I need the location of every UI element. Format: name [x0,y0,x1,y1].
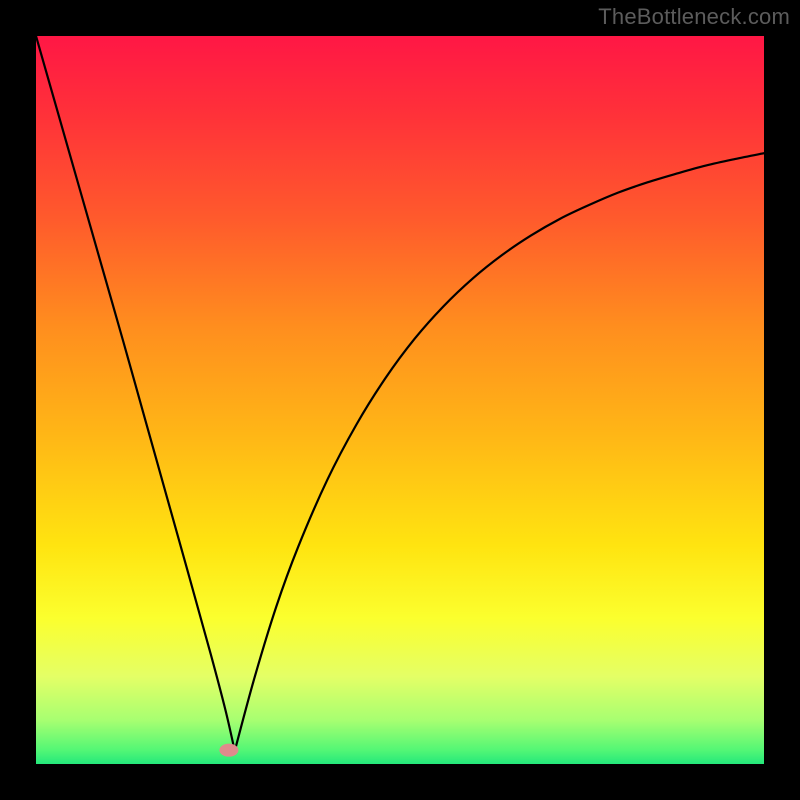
minimum-marker [220,744,238,756]
attribution-label: TheBottleneck.com [598,4,790,30]
plot-area [36,36,764,764]
chart-frame: TheBottleneck.com [0,0,800,800]
gradient-background [36,36,764,764]
chart-svg [36,36,764,764]
